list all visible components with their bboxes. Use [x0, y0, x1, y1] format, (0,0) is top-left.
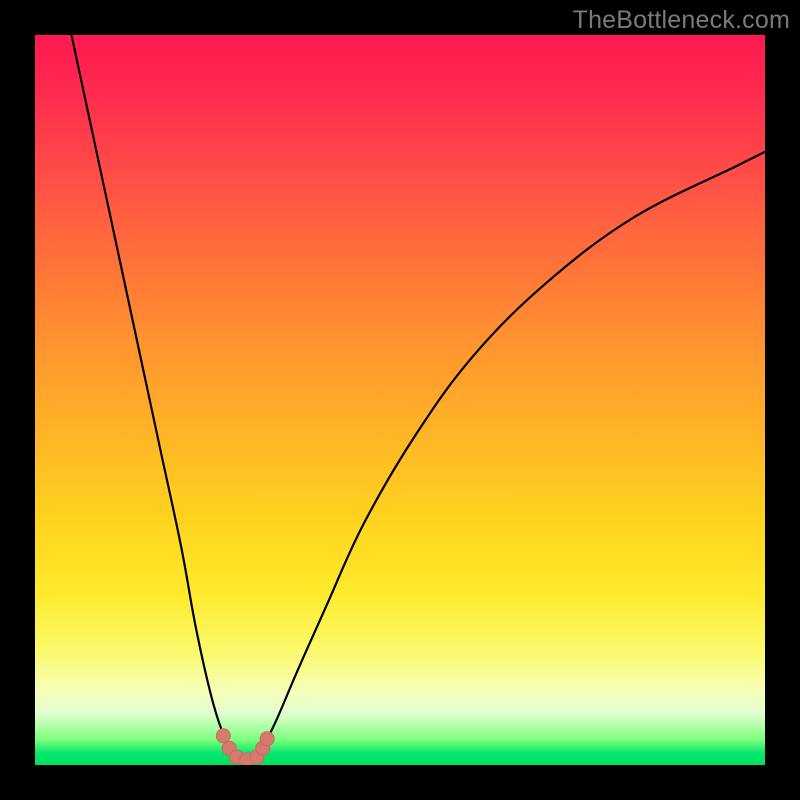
trough-marker — [216, 729, 230, 743]
trough-marker-group — [216, 729, 274, 765]
watermark-text: TheBottleneck.com — [573, 6, 790, 35]
plot-gradient-area — [35, 35, 765, 765]
bottleneck-curve-left — [72, 35, 233, 750]
curve-layer — [35, 35, 765, 765]
bottleneck-curve-right — [261, 152, 765, 751]
trough-marker — [260, 732, 274, 746]
chart-frame: TheBottleneck.com — [0, 0, 800, 800]
